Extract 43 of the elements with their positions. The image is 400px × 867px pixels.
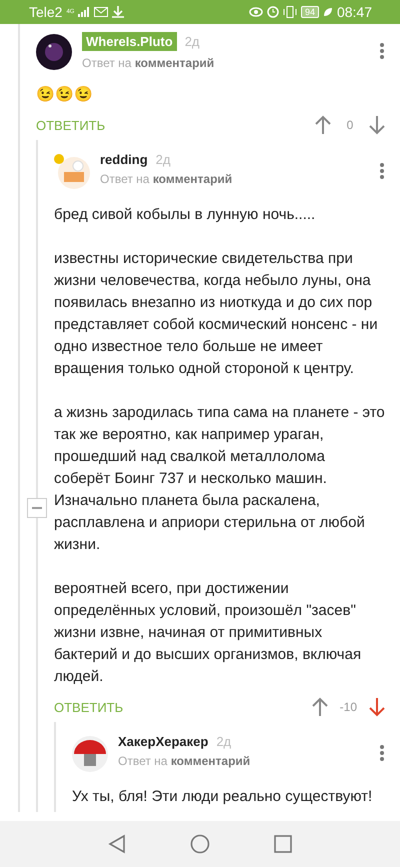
comment-age: 2д xyxy=(216,734,232,749)
reply-to-text: Ответ на комментарий xyxy=(118,754,252,768)
alarm-icon xyxy=(266,6,279,18)
signal-icon xyxy=(78,7,90,17)
comment-text: 😉😉😉 xyxy=(36,85,94,105)
author-name[interactable]: WhereIs.Pluto xyxy=(82,32,177,51)
download-icon xyxy=(112,6,124,18)
more-icon[interactable] xyxy=(379,42,385,60)
home-icon[interactable] xyxy=(190,834,210,854)
comment-age: 2д xyxy=(184,34,200,49)
reply-link[interactable]: ОТВЕТИТЬ xyxy=(54,700,312,714)
upvote-icon[interactable] xyxy=(315,115,331,135)
comment-age: 2д xyxy=(156,152,170,167)
comment-text: а жизнь зародилась типа сама на планете - это так же вероятно, как например ураган, прошедший над свалкой металлолома соберёт Боинг 737 и несколько машин. Изначально планета была раскалена, расплавлена и априори стерильна от любой жизни. xyxy=(54,403,385,555)
avatar xyxy=(36,34,72,70)
comment-text: известны исторические свидетельства при жизни человечества, когда небыло луны, она появилась внезапно из ниоткуда и до сих пор представляет собой космический нонсенс - ни одно известное тело больше не имеет вращения только одной стороной к центру. xyxy=(54,249,379,379)
collapse-button[interactable] xyxy=(27,498,47,518)
downvote-icon[interactable] xyxy=(369,697,385,717)
reply-to-text: Ответ на комментарий xyxy=(100,172,234,186)
battery-level: 94 xyxy=(300,6,319,18)
reply-to-text: Ответ на комментарий xyxy=(82,56,216,70)
comment-text: Ух ты, бля! Эти люди реально существуют! xyxy=(72,787,374,807)
author-name[interactable]: redding xyxy=(100,152,148,167)
recents-icon[interactable] xyxy=(274,835,292,853)
avatar xyxy=(72,736,108,772)
comment-text: бред сивой кобылы в лунную ночь..... xyxy=(54,205,316,225)
more-icon[interactable] xyxy=(379,162,385,180)
score: 0 xyxy=(346,118,354,132)
carrier: Tele2 xyxy=(29,4,62,20)
mail-icon xyxy=(94,7,108,17)
avatar xyxy=(54,154,90,190)
upvote-icon[interactable] xyxy=(312,697,328,717)
clock: 08:47 xyxy=(336,4,372,20)
score: -10 xyxy=(340,700,357,714)
comment-text: вероятней всего, при достижении определённых условий, произошёл "засев" жизни извне, начиная от примитивных бактерий и до высших организмов, включая людей. xyxy=(54,579,362,687)
author-name[interactable]: ХакерХеракер xyxy=(118,734,208,749)
reply-link[interactable]: ОТВЕТИТЬ xyxy=(36,118,315,132)
leaf-icon xyxy=(322,7,333,17)
eye-icon xyxy=(248,7,263,17)
vibrate-icon xyxy=(282,6,297,18)
more-icon[interactable] xyxy=(379,744,385,762)
back-icon[interactable] xyxy=(108,834,126,854)
downvote-icon[interactable] xyxy=(369,115,385,135)
